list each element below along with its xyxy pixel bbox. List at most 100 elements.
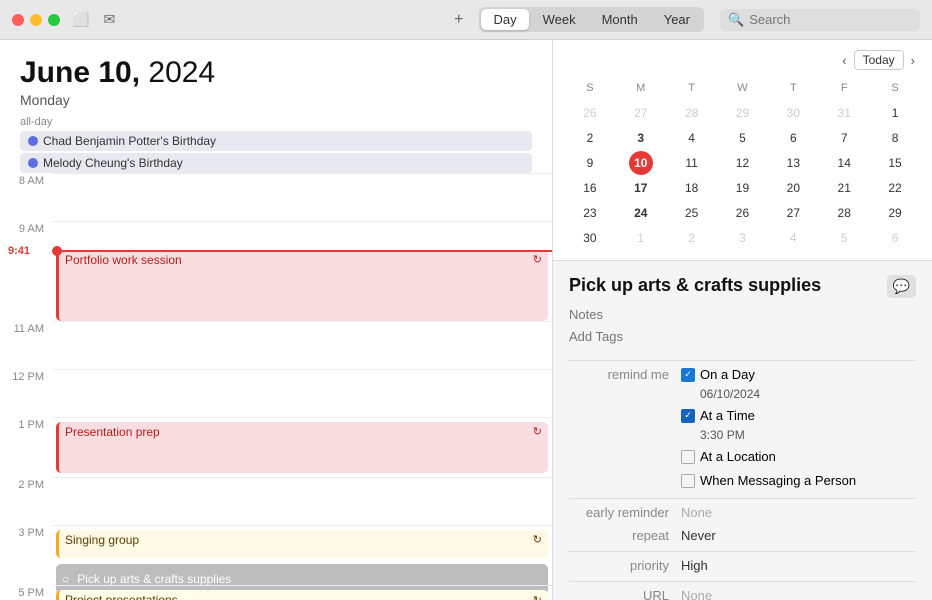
at-a-time-value: 3:30 PM [700,428,916,442]
mini-cal-day[interactable]: 1 [883,101,907,125]
mini-cal-day[interactable]: 17 [629,176,653,200]
mini-cal-day[interactable]: 26 [730,201,754,225]
event-detail: Pick up arts & crafts supplies 💬 remind … [553,261,932,600]
mini-cal-day[interactable]: 14 [832,151,856,175]
mini-cal-day[interactable]: 22 [883,176,907,200]
sidebar-toggle-icon[interactable]: ⬜ [72,11,89,28]
mini-cal-day-today[interactable]: 10 [629,151,653,175]
mini-cal-day[interactable]: 15 [883,151,907,175]
time-area-1pm: Presentation prep ↻ [52,417,552,477]
repeat-value: Never [681,528,916,543]
inbox-icon[interactable]: ✉ [103,11,115,28]
mini-cal-day[interactable]: 21 [832,176,856,200]
at-a-location-check[interactable] [681,450,695,464]
mini-cal-day[interactable]: 20 [781,176,805,200]
event-singing[interactable]: Singing group ↻ [56,530,548,558]
mini-cal-day[interactable]: 19 [730,176,754,200]
mini-cal-day[interactable]: 2 [680,226,704,250]
mini-cal-day[interactable]: 30 [781,101,805,125]
mini-cal-grid: S M T W T F S 26 27 28 29 30 31 1 2 3 4 … [565,76,920,250]
day-header-t1: T [680,76,704,100]
mini-cal-next-button[interactable]: › [906,51,920,70]
search-bar[interactable]: 🔍 [720,9,920,31]
time-grid[interactable]: 8 AM 9 AM 9:41 Portfolio work session [0,173,552,600]
mini-cal-day[interactable]: 3 [629,126,653,150]
event-detail-title: Pick up arts & crafts supplies [569,275,887,296]
mini-cal-day[interactable]: 9 [578,151,602,175]
event-dot [28,136,38,146]
mini-cal-day[interactable]: 11 [680,151,704,175]
mini-cal-day[interactable]: 3 [730,226,754,250]
mini-cal-day[interactable]: 28 [832,201,856,225]
divider3 [569,551,916,552]
event-dot [28,158,38,168]
mini-cal-day[interactable]: 29 [730,101,754,125]
mini-cal-day[interactable]: 23 [578,201,602,225]
priority-content: High [681,558,916,573]
event-note-button[interactable]: 💬 [887,275,916,298]
mini-cal-day[interactable]: 26 [578,101,602,125]
mini-cal-day[interactable]: 31 [832,101,856,125]
event-tags-input[interactable] [569,329,916,344]
mini-cal-day[interactable]: 2 [578,126,602,150]
maximize-button[interactable] [48,14,60,26]
allday-event-chad[interactable]: Chad Benjamin Potter's Birthday [20,131,532,151]
mini-cal-day[interactable]: 5 [730,126,754,150]
mini-cal-nav: ‹ Today › [837,50,920,70]
mini-calendar: ‹ Today › S M T W T F S 26 27 28 29 30 [553,40,932,261]
event-portfolio[interactable]: Portfolio work session ↻ [56,250,548,321]
close-button[interactable] [12,14,24,26]
mini-cal-day[interactable]: 30 [578,226,602,250]
when-messaging-check[interactable] [681,474,695,488]
allday-event-label: Melody Cheung's Birthday [43,156,183,170]
minimize-button[interactable] [30,14,42,26]
mini-cal-day[interactable]: 5 [832,226,856,250]
mini-cal-day[interactable]: 29 [883,201,907,225]
event-notes-input[interactable] [569,307,916,322]
view-week-button[interactable]: Week [531,9,588,30]
mini-cal-day[interactable]: 8 [883,126,907,150]
mini-cal-day[interactable]: 16 [578,176,602,200]
at-a-time-check[interactable]: ✓ [681,409,695,423]
mini-cal-prev-button[interactable]: ‹ [837,51,851,70]
mini-cal-day[interactable]: 4 [680,126,704,150]
allday-event-melody[interactable]: Melody Cheung's Birthday [20,153,532,173]
event-presentation[interactable]: Presentation prep ↻ [56,422,548,473]
repeat-content: Never [681,528,916,543]
on-a-day-item: ✓ On a Day [681,367,916,382]
add-event-button[interactable]: + [454,11,463,29]
mini-cal-day[interactable]: 6 [883,226,907,250]
time-area-11am [52,321,552,369]
mini-cal-day[interactable]: 24 [629,201,653,225]
titlebar-icons: ⬜ ✉ [72,11,115,28]
view-day-button[interactable]: Day [481,9,528,30]
mini-cal-day[interactable]: 27 [781,201,805,225]
mini-cal-day[interactable]: 4 [781,226,805,250]
mini-cal-day[interactable]: 6 [781,126,805,150]
repeat-icon: ↻ [533,425,542,438]
early-reminder-row: early reminder None [569,505,916,520]
time-row-9am: 9 AM 9:41 Portfolio work session ↻ [0,221,552,281]
day-header-s1: S [578,76,602,100]
repeat-label: repeat [569,528,669,543]
event-project[interactable]: Project presentations ↻ ○ 5–7PM [56,590,548,600]
right-panel: ‹ Today › S M T W T F S 26 27 28 29 30 [552,40,932,600]
view-year-button[interactable]: Year [652,9,702,30]
mini-cal-day[interactable]: 12 [730,151,754,175]
mini-cal-day[interactable]: 1 [629,226,653,250]
view-month-button[interactable]: Month [590,9,650,30]
on-a-day-date: 06/10/2024 [700,387,916,401]
mini-cal-day[interactable]: 13 [781,151,805,175]
search-input[interactable] [749,12,912,27]
time-label-3pm: 3 PM [0,525,52,585]
mini-cal-today-button[interactable]: Today [854,50,904,70]
mini-cal-day[interactable]: 18 [680,176,704,200]
mini-cal-day[interactable]: 27 [629,101,653,125]
on-a-day-check[interactable]: ✓ [681,368,695,382]
day-header-f: F [832,76,856,100]
mini-cal-day[interactable]: 28 [680,101,704,125]
view-switcher: Day Week Month Year [479,7,704,32]
mini-cal-day[interactable]: 25 [680,201,704,225]
mini-cal-day[interactable]: 7 [832,126,856,150]
time-label-1pm: 1 PM [0,417,52,477]
